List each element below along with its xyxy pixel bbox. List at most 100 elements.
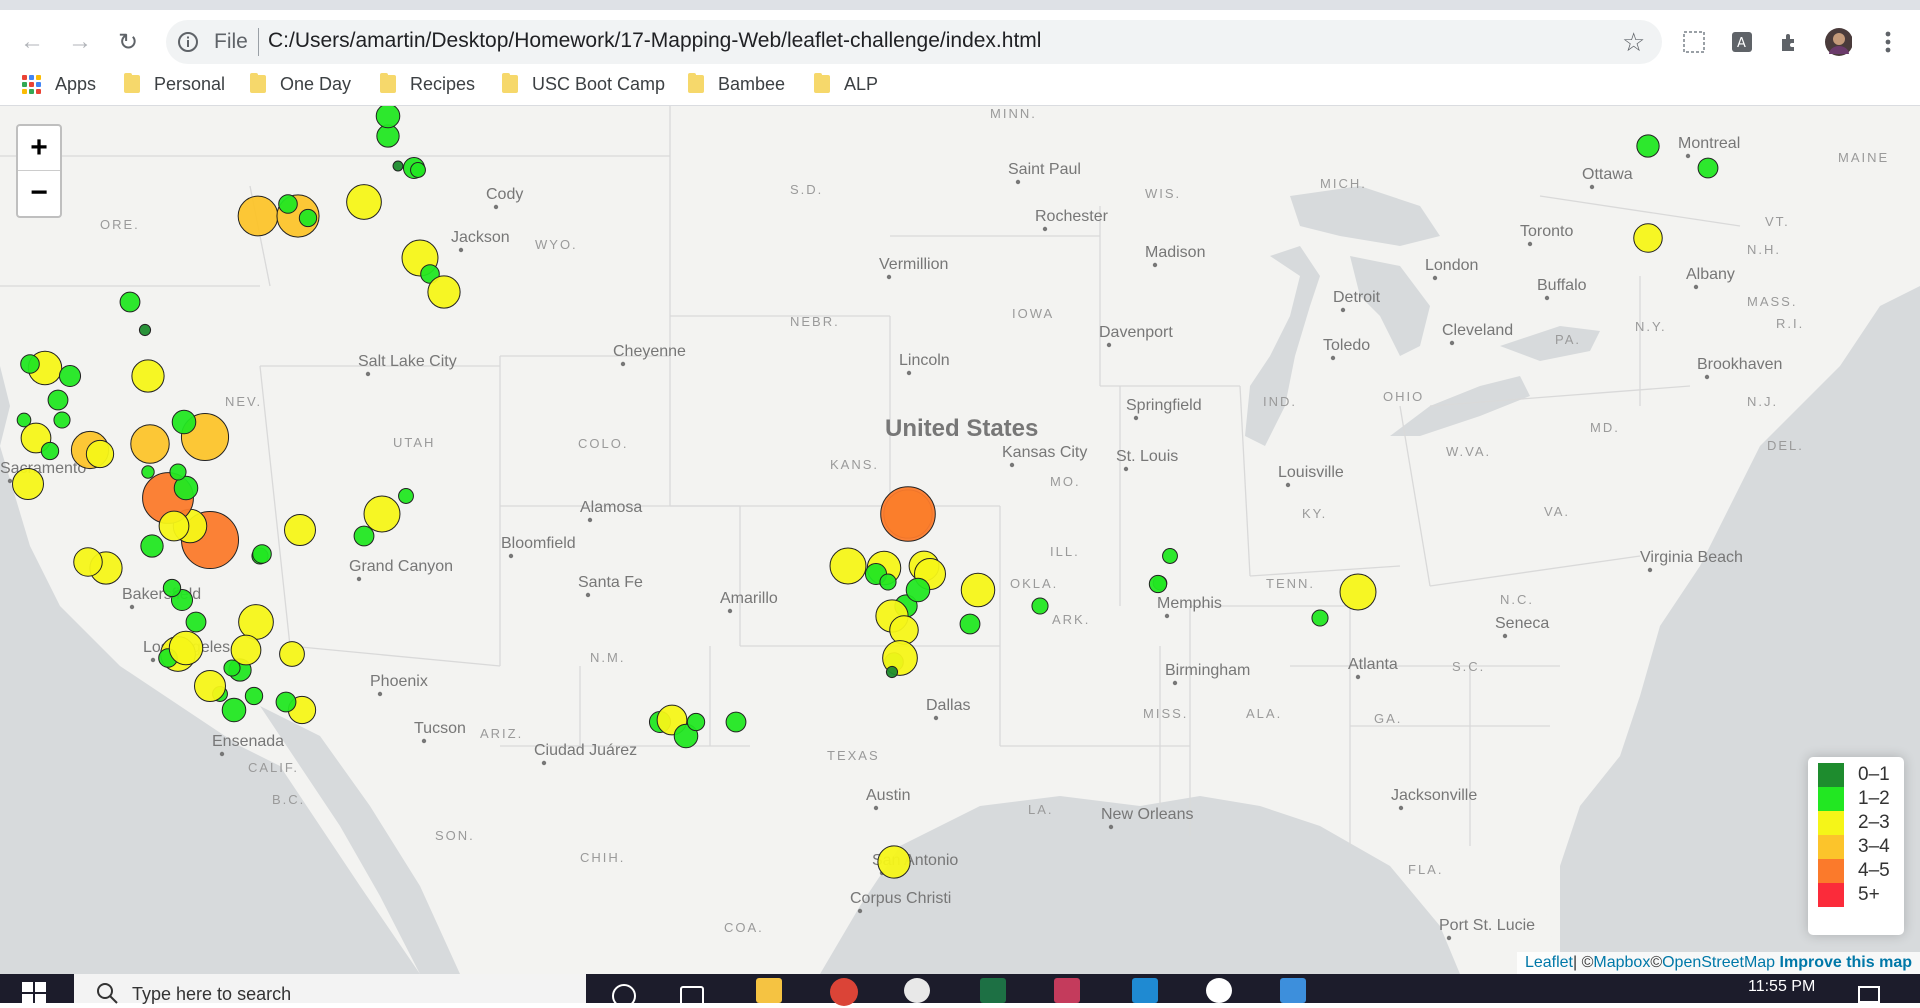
bookmark-apps[interactable]: Apps: [22, 69, 96, 99]
earthquake-marker[interactable]: [168, 630, 204, 666]
earthquake-marker[interactable]: [725, 711, 747, 733]
earthquake-marker[interactable]: [119, 291, 141, 313]
bookmark-one-day[interactable]: One Day: [250, 69, 351, 99]
earthquake-marker[interactable]: [238, 604, 274, 640]
earthquake-marker[interactable]: [221, 697, 247, 723]
earthquake-marker[interactable]: [1031, 597, 1049, 615]
earthquake-marker[interactable]: [20, 354, 40, 374]
taskbar-search[interactable]: Type here to search: [74, 974, 586, 1004]
earthquake-marker[interactable]: [58, 364, 82, 388]
mapbox-link[interactable]: Mapbox: [1593, 954, 1650, 972]
earthquake-marker[interactable]: [686, 712, 706, 732]
bookmark-alp[interactable]: ALP: [814, 69, 878, 99]
cortana-icon[interactable]: [612, 984, 636, 1008]
earthquake-marker[interactable]: [158, 510, 190, 542]
earthquake-marker[interactable]: [284, 514, 316, 546]
earthquake-marker[interactable]: [130, 424, 170, 464]
earthquake-marker[interactable]: [194, 670, 226, 702]
earthquake-marker[interactable]: [1636, 134, 1660, 158]
earthquake-marker[interactable]: [877, 845, 911, 879]
earthquake-marker[interactable]: [85, 439, 115, 469]
earthquake-marker[interactable]: [185, 611, 207, 633]
file-explorer-icon[interactable]: [756, 978, 782, 1003]
task-view-icon[interactable]: [680, 986, 704, 1008]
earthquake-marker[interactable]: [47, 389, 69, 411]
leaflet-link[interactable]: Leaflet: [1525, 954, 1573, 972]
earthquake-marker[interactable]: [1162, 548, 1178, 564]
openstreetmap-link[interactable]: OpenStreetMap: [1662, 954, 1775, 972]
earthquake-marker[interactable]: [880, 486, 936, 542]
earthquake-marker[interactable]: [885, 665, 899, 679]
map-canvas[interactable]: MINN. S.D. WIS. MICH. ORE. WYO. NEBR. IOWA NEV. U…: [0, 106, 1920, 974]
earthquake-marker[interactable]: [237, 195, 279, 237]
bookmark-usc-boot-camp[interactable]: USC Boot Camp: [502, 69, 665, 99]
zoom-in-button[interactable]: +: [18, 126, 60, 171]
earthquake-marker[interactable]: [410, 162, 426, 178]
earthquake-marker[interactable]: [279, 641, 305, 667]
earthquake-marker[interactable]: [879, 573, 897, 591]
earthquake-marker[interactable]: [1148, 574, 1168, 594]
earthquake-marker[interactable]: [278, 194, 298, 214]
back-button[interactable]: ←: [16, 26, 48, 58]
earthquake-marker[interactable]: [223, 659, 241, 677]
earthquake-marker[interactable]: [905, 577, 931, 603]
earthquake-marker[interactable]: [1697, 157, 1719, 179]
earthquake-marker[interactable]: [960, 572, 996, 608]
earthquake-marker[interactable]: [138, 323, 152, 337]
leaflet-map[interactable]: MINN. S.D. WIS. MICH. ORE. WYO. NEBR. IOWA NEV. U…: [0, 106, 1920, 974]
earthquake-marker[interactable]: [829, 547, 867, 585]
extension-screenshot-icon[interactable]: [1680, 28, 1708, 56]
earthquake-marker[interactable]: [53, 411, 71, 429]
earthquake-marker[interactable]: [171, 409, 197, 435]
earthquake-marker[interactable]: [1339, 573, 1377, 611]
earthquake-marker[interactable]: [40, 441, 60, 461]
earthquake-marker[interactable]: [363, 495, 401, 533]
zoom-out-button[interactable]: −: [18, 171, 60, 215]
earthquake-marker[interactable]: [889, 615, 919, 645]
earthquake-marker[interactable]: [162, 578, 182, 598]
url-text[interactable]: C:/Users/amartin/Desktop/Homework/17-Map…: [268, 29, 1041, 53]
reload-button[interactable]: ↻: [112, 26, 144, 58]
info-icon[interactable]: [176, 30, 200, 54]
earthquake-marker[interactable]: [427, 275, 461, 309]
browser-menu-icon[interactable]: [1874, 28, 1902, 56]
earthquake-marker[interactable]: [169, 463, 187, 481]
earthquake-marker[interactable]: [298, 208, 318, 228]
earthquake-marker[interactable]: [131, 359, 165, 393]
app-icon[interactable]: [904, 978, 930, 1003]
forward-button[interactable]: →: [64, 26, 96, 58]
earthquake-marker[interactable]: [244, 686, 264, 706]
extension-translate-icon[interactable]: A: [1728, 28, 1756, 56]
bookmark-personal[interactable]: Personal: [124, 69, 225, 99]
bookmark-star-icon[interactable]: ☆: [1622, 27, 1645, 58]
bookmark-bambee[interactable]: Bambee: [688, 69, 785, 99]
taskbar-clock[interactable]: 11:55 PM: [1748, 978, 1815, 996]
bookmark-recipes[interactable]: Recipes: [380, 69, 475, 99]
city-label: Alamosa: [580, 499, 642, 516]
earthquake-marker[interactable]: [73, 547, 103, 577]
excel-icon[interactable]: [980, 978, 1006, 1003]
chrome-icon[interactable]: [830, 978, 858, 1006]
improve-map-link[interactable]: Improve this map: [1780, 954, 1912, 972]
earthquake-marker[interactable]: [1633, 223, 1663, 253]
windows-start-icon[interactable]: [22, 982, 46, 1003]
earthquake-marker[interactable]: [353, 525, 375, 547]
extensions-puzzle-icon[interactable]: [1776, 28, 1804, 56]
earthquake-marker[interactable]: [140, 534, 164, 558]
earthquake-marker[interactable]: [275, 691, 297, 713]
vscode-icon[interactable]: [1132, 978, 1158, 1003]
slack-icon[interactable]: [1206, 978, 1232, 1003]
notifications-icon[interactable]: [1858, 986, 1880, 1003]
earthquake-marker[interactable]: [1311, 609, 1329, 627]
earthquake-marker[interactable]: [12, 468, 44, 500]
profile-avatar[interactable]: [1824, 28, 1852, 56]
earthquake-marker[interactable]: [392, 160, 404, 172]
earthquake-marker[interactable]: [141, 465, 155, 479]
earthquake-marker[interactable]: [398, 488, 414, 504]
app-icon[interactable]: [1280, 978, 1306, 1003]
earthquake-marker[interactable]: [252, 544, 272, 564]
app-icon[interactable]: [1054, 978, 1080, 1003]
earthquake-marker[interactable]: [959, 613, 981, 635]
earthquake-marker[interactable]: [346, 184, 382, 220]
earthquake-marker[interactable]: [375, 106, 401, 129]
